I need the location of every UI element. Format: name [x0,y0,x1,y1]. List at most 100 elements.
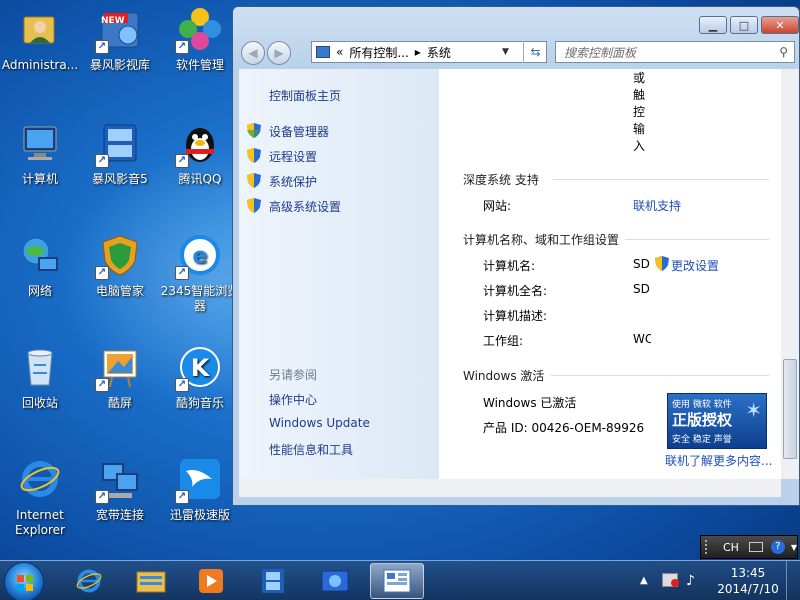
search-box[interactable]: 搜索控制面板 ⚲ [555,41,795,63]
thunder-icon: ↗ [175,456,223,504]
language-bar[interactable]: CH ? ▼ [700,535,798,559]
performance-info-link[interactable]: 性能信息和工具 [269,441,353,458]
shortcut-arrow-icon: ↗ [95,154,109,168]
desktop-icon-qq[interactable]: ↗ 腾讯QQ [160,120,240,187]
desktop-icon-label: 电脑管家 [95,284,144,298]
minimize-button[interactable]: ▁ [699,16,727,34]
address-segment-system[interactable]: 系统 [427,44,451,61]
action-center-link[interactable]: 操作中心 [269,391,317,408]
close-button[interactable]: ✕ [761,16,799,34]
video-library-icon: ↗ NEW [95,6,143,54]
wrapped-text-char: 入 [633,139,646,153]
show-desktop-button[interactable] [786,561,800,600]
full-computer-name-value: SD [633,282,650,296]
taskbar-video[interactable] [246,563,300,599]
user-folder-icon [17,6,63,52]
input-language-indicator[interactable]: CH [723,541,739,554]
taskbar-media-player[interactable] [184,563,238,599]
clock-date: 2014/7/10 [717,582,779,596]
desktop-icon-browser-2345[interactable]: e ↗ 2345智能浏览器 [160,232,240,314]
computer-name-value: SD [633,257,650,271]
support-section-header: 深度系统 支持 [463,173,539,187]
desktop-icon-kugou[interactable]: K ↗ 酷狗音乐 [160,344,240,411]
show-hidden-icons-button[interactable]: ▲ [640,575,648,586]
desktop-icon-software-manager[interactable]: ↗ 软件管理 [160,6,240,73]
vertical-scrollbar[interactable] [781,69,799,479]
keyboard-icon[interactable] [748,542,763,552]
activation-section-header: Windows 激活 [463,369,545,383]
computer-icon [17,120,63,166]
network-status-icon[interactable] [662,573,679,587]
uac-shield-icon [247,123,261,138]
desktop-icon-administrator[interactable]: Administra... [0,6,80,73]
desktop-icon-ie[interactable]: Internet Explorer [0,456,80,538]
desktop-icon-broadband[interactable]: ↗ 宽带连接 [80,456,160,523]
windows-update-link[interactable]: Windows Update [269,416,370,430]
forward-button[interactable]: ▶ [267,41,291,65]
genuine-software-badge[interactable]: 使用 微软 软件 正版授权 安全 稳定 声誉 ✶ [667,393,767,449]
volume-icon[interactable]: ♪ [686,573,695,589]
desktop-icon-label: 2345智能浏览器 [160,284,240,313]
help-icon[interactable]: ? [770,540,785,554]
chevron-down-icon[interactable]: ▼ [791,543,797,552]
start-button[interactable] [4,562,44,600]
desktop-icon-label: 暴风影视库 [89,58,150,72]
desktop-icon-kuping[interactable]: ↗ 酷屏 [80,344,160,411]
uac-shield-icon [247,173,261,188]
svg-text:e: e [193,244,208,269]
chevron-down-icon[interactable]: ▼ [502,47,509,57]
star-icon: ✶ [745,398,762,422]
breadcrumb-separator-icon[interactable]: ▸ [415,45,421,59]
desktop-icon-media-player[interactable]: ↗ 暴风影音5 [80,120,160,187]
refresh-button[interactable]: ⇆ [523,41,547,63]
wrapped-text-char: 或 [633,71,646,85]
taskbar-ie[interactable] [62,563,116,599]
new-badge: NEW [101,16,125,26]
system-protection-link[interactable]: 系统保护 [269,173,317,190]
client-area: 控制面板主页 设备管理器 远程设置 系统保护 高级系统设置 另请参阅 操作中心 … [239,69,781,479]
uac-shield-icon [247,198,261,213]
desktop-icon-pc-manager[interactable]: ↗ 电脑管家 [80,232,160,299]
desktop-icon-network[interactable]: 网络 [0,232,80,299]
desktop-icon-thunder[interactable]: ↗ 迅雷极速版 [160,456,240,523]
refresh-icon: ⇆ [530,45,541,59]
learn-more-link[interactable]: 联机了解更多内容... [665,452,772,469]
left-task-pane: 控制面板主页 设备管理器 远程设置 系统保护 高级系统设置 另请参阅 操作中心 … [239,69,439,479]
device-manager-link[interactable]: 设备管理器 [269,123,329,140]
desktop-icon-recycle-bin[interactable]: 回收站 [0,344,80,411]
svg-text:K: K [191,354,211,382]
desktop-icon-label: 暴风影音5 [92,172,148,186]
advanced-system-settings-link[interactable]: 高级系统设置 [269,198,341,215]
desktop-icon-video-library[interactable]: ↗ NEW 暴风影视库 [80,6,160,73]
address-overflow[interactable]: « [336,45,343,59]
back-button[interactable]: ◀ [241,41,265,65]
video-icon [262,569,284,593]
ie-icon [76,569,102,593]
remote-settings-link[interactable]: 远程设置 [269,148,317,165]
windows-logo-icon [17,575,33,591]
desktop-icon-label: 腾讯QQ [178,172,222,186]
shortcut-arrow-icon: ↗ [175,154,189,168]
search-icon[interactable]: ⚲ [779,45,788,59]
section-divider [551,375,769,376]
control-panel-home-link[interactable]: 控制面板主页 [269,87,341,104]
online-support-link[interactable]: 联机支持 [633,197,681,214]
clock[interactable]: 13:45 2014/7/10 [716,565,780,597]
website-label: 网站: [483,199,512,213]
change-settings-link[interactable]: 更改设置 [671,257,719,274]
broadband-icon: ↗ [95,456,143,504]
taskbar-media-center[interactable] [308,563,362,599]
language-bar-grip[interactable] [705,540,715,554]
shortcut-arrow-icon: ↗ [175,378,189,392]
scrollbar-thumb[interactable] [783,359,797,459]
wrapped-text-char: 输 [633,122,646,136]
maximize-button[interactable]: □ [730,16,758,34]
media-player-icon: ↗ [95,120,143,168]
taskbar-control-panel[interactable] [370,563,424,599]
address-segment-all-control-panel[interactable]: 所有控制... [349,44,408,61]
taskbar-explorer[interactable] [124,563,178,599]
address-bar[interactable]: « 所有控制... ▸ 系统 ▼ [311,41,547,63]
desktop-icon-computer[interactable]: 计算机 [0,120,80,187]
shortcut-arrow-icon: ↗ [175,490,189,504]
horizontal-scrollbar[interactable] [239,479,781,497]
